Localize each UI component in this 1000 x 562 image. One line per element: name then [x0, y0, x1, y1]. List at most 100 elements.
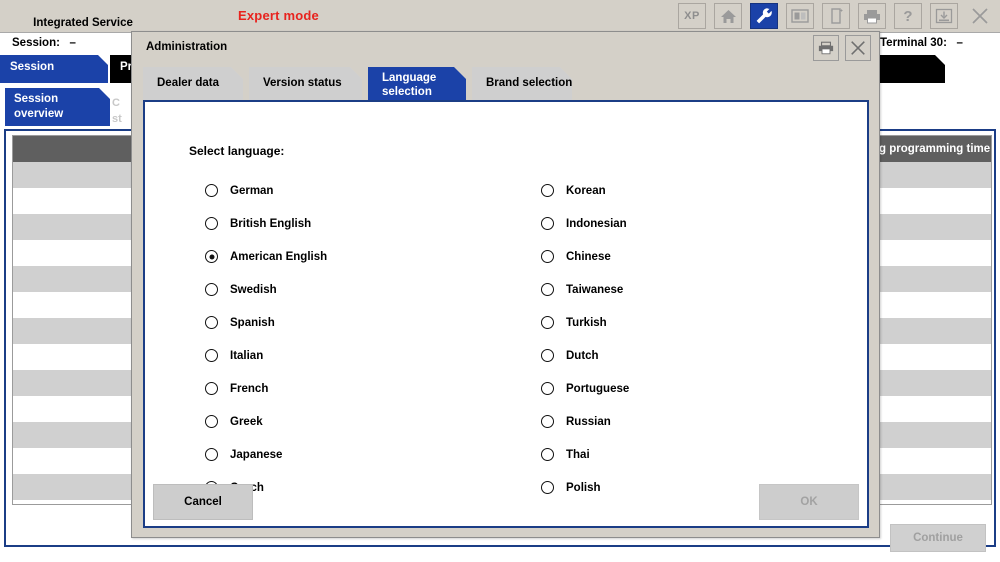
application-header: Integrated Service Technical Application… [0, 0, 1000, 57]
continue-button-label: Continue [913, 532, 963, 544]
cancel-button-label: Cancel [184, 496, 222, 508]
cancel-button[interactable]: Cancel [153, 484, 253, 520]
close-icon[interactable] [845, 35, 871, 61]
language-option-turkish[interactable]: Turkish [541, 306, 629, 339]
xp-badge-label: XP [684, 10, 700, 22]
home-icon[interactable] [714, 3, 742, 29]
language-option-label: British English [230, 217, 312, 230]
xp-badge-icon[interactable]: XP [678, 3, 706, 29]
sub-tab-secondary-line1: C [112, 97, 120, 109]
radio-selected-icon[interactable] [205, 250, 218, 263]
continue-button[interactable]: Continue [890, 524, 986, 552]
radio-unselected-icon[interactable] [541, 217, 554, 230]
language-list-right: Korean Indonesian Chinese Taiwanese Turkish D… [541, 174, 629, 504]
dialog-tab-label: Version status [263, 77, 342, 89]
application-title-line1: Integrated Service [33, 17, 133, 29]
language-option-american-english[interactable]: American English [205, 240, 327, 273]
radio-unselected-icon[interactable] [541, 382, 554, 395]
radio-unselected-icon[interactable] [205, 283, 218, 296]
language-option-label: German [230, 184, 274, 197]
dialog-tab-bar: Dealer data Version status Language selecti… [143, 66, 578, 101]
language-list-left: German British English American English Swe… [205, 174, 327, 504]
language-option-spanish[interactable]: Spanish [205, 306, 327, 339]
administration-dialog: Administration Dealer data Version status… [131, 31, 880, 538]
radio-unselected-icon[interactable] [541, 184, 554, 197]
radio-unselected-icon[interactable] [541, 448, 554, 461]
language-option-chinese[interactable]: Chinese [541, 240, 629, 273]
main-tab-session[interactable]: Session [0, 55, 108, 83]
ok-button-label: OK [800, 496, 818, 508]
dialog-tab-label: Dealer data [157, 77, 220, 89]
language-option-label: Chinese [566, 250, 611, 263]
language-option-label: French [230, 382, 269, 395]
radio-unselected-icon[interactable] [541, 316, 554, 329]
language-option-label: Thai [566, 448, 590, 461]
sub-tab-session-overview[interactable]: Session overview [5, 88, 110, 126]
language-option-label: Indonesian [566, 217, 627, 230]
main-tab-session-label: Session [10, 61, 55, 73]
radio-unselected-icon[interactable] [205, 349, 218, 362]
language-option-german[interactable]: German [205, 174, 327, 207]
radio-unselected-icon[interactable] [541, 283, 554, 296]
language-option-swedish[interactable]: Swedish [205, 273, 327, 306]
dialog-title-buttons [813, 35, 871, 61]
language-option-russian[interactable]: Russian [541, 405, 629, 438]
battery-icon[interactable] [822, 3, 850, 29]
radio-unselected-icon[interactable] [205, 415, 218, 428]
radio-unselected-icon[interactable] [541, 415, 554, 428]
radio-unselected-icon[interactable] [541, 349, 554, 362]
expert-mode-label: Expert mode [238, 8, 319, 23]
language-option-thai[interactable]: Thai [541, 438, 629, 471]
wrench-icon[interactable] [750, 3, 778, 29]
print-icon[interactable] [813, 35, 839, 61]
dialog-tab-version-status[interactable]: Version status [249, 67, 362, 101]
terminal-status: Terminal 30: – [880, 37, 963, 49]
radio-unselected-icon[interactable] [205, 382, 218, 395]
language-option-taiwanese[interactable]: Taiwanese [541, 273, 629, 306]
language-option-indonesian[interactable]: Indonesian [541, 207, 629, 240]
language-option-label: American English [230, 250, 328, 263]
dialog-tab-label: Language selection [382, 72, 437, 98]
dialog-tab-label: Brand selection [486, 77, 573, 89]
radio-unselected-icon[interactable] [541, 250, 554, 263]
printer-icon[interactable] [858, 3, 886, 29]
language-option-label: Japanese [230, 448, 283, 461]
language-option-label: Dutch [566, 349, 599, 362]
radio-unselected-icon[interactable] [205, 217, 218, 230]
radio-unselected-icon[interactable] [205, 316, 218, 329]
language-option-label: Spanish [230, 316, 275, 329]
language-option-label: Portuguese [566, 382, 630, 395]
toolbar: XP ? [678, 3, 994, 29]
id-card-icon[interactable] [786, 3, 814, 29]
close-icon[interactable] [966, 3, 994, 29]
radio-unselected-icon[interactable] [205, 448, 218, 461]
sub-tab-secondary-line2: st [112, 113, 122, 125]
dialog-tab-dealer-data[interactable]: Dealer data [143, 67, 243, 101]
help-icon[interactable]: ? [894, 3, 922, 29]
tray-download-icon[interactable] [930, 3, 958, 29]
table-header-cell-programming-time: g programming time [879, 143, 991, 155]
radio-unselected-icon[interactable] [205, 184, 218, 197]
language-option-japanese[interactable]: Japanese [205, 438, 327, 471]
dialog-tab-language-selection[interactable]: Language selection [368, 67, 466, 101]
dialog-tab-brand-selection[interactable]: Brand selection [472, 67, 572, 101]
sub-tab-label-line1: Session [14, 93, 59, 105]
language-option-label: Greek [230, 415, 263, 428]
language-option-label: Turkish [566, 316, 607, 329]
ok-button[interactable]: OK [759, 484, 859, 520]
language-option-dutch[interactable]: Dutch [541, 339, 629, 372]
language-option-greek[interactable]: Greek [205, 405, 327, 438]
language-option-korean[interactable]: Korean [541, 174, 629, 207]
language-option-label: Russian [566, 415, 611, 428]
language-option-label: Swedish [230, 283, 277, 296]
dialog-title: Administration [146, 41, 228, 53]
language-option-italian[interactable]: Italian [205, 339, 327, 372]
dialog-content-panel: Select language: German British English Am… [143, 100, 869, 528]
language-option-british-english[interactable]: British English [205, 207, 327, 240]
language-option-french[interactable]: French [205, 372, 327, 405]
help-icon-label: ? [903, 7, 913, 25]
select-language-label: Select language: [189, 144, 285, 158]
language-option-portuguese[interactable]: Portuguese [541, 372, 629, 405]
language-option-label: Italian [230, 349, 264, 362]
sub-tab-label-line2: overview [14, 108, 64, 120]
